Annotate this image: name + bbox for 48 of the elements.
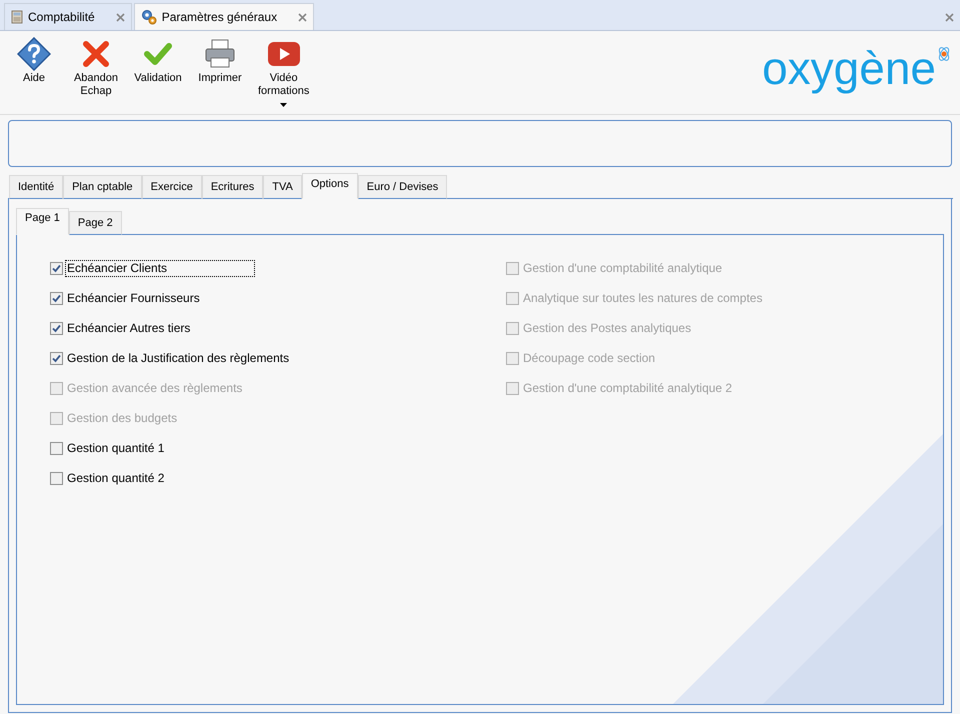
checkbox[interactable] [50,322,63,334]
checkbox-label: Gestion des budgets [66,410,178,426]
tab-label: Paramètres généraux [162,9,278,26]
gears-icon [140,9,157,25]
close-icon[interactable] [945,12,954,22]
close-icon[interactable] [298,12,308,22]
toolbar-button[interactable]: Vidéo formations [254,37,314,107]
checkbox-label: Gestion de la Justification des règlements [66,350,290,366]
tab[interactable]: Euro / Devises [358,175,448,199]
tab[interactable]: Exercice [142,175,202,199]
checkbox[interactable] [50,442,63,454]
checkbox-label: Gestion quantité 2 [66,470,166,486]
checkbox-label: Gestion d'une comptabilité analytique [522,260,724,276]
checkbox-label: Découpage code section [522,350,656,366]
tab[interactable]: Plan cptable [63,175,142,199]
checkbox-label: Gestion d'une comptabilité analytique 2 [522,380,734,396]
tab[interactable]: Identité [9,175,64,199]
checkbox-label: Gestion quantité 1 [66,440,166,456]
toolbar-button[interactable]: Aide [6,37,62,107]
play-button-icon [266,41,301,67]
checkbox-label: Echéancier Clients [66,260,254,276]
checkbox[interactable] [50,292,63,304]
calculator-icon [11,10,23,24]
toolbar-button[interactable]: Abandon Echap [68,37,124,107]
checkbox-label: Gestion des Postes analytiques [522,320,692,336]
toolbar-button[interactable]: Validation [130,37,186,107]
checkbox[interactable] [50,472,63,484]
document-tab[interactable]: Comptabilité [4,3,132,30]
document-tab[interactable]: Paramètres généraux [134,3,314,30]
checkbox[interactable] [50,262,63,274]
tab[interactable]: Page 1 [16,208,69,235]
checkbox-label: Gestion avancée des règlements [66,380,244,396]
checkbox-label: Analytique sur toutes les natures de comptes [522,290,764,306]
tab[interactable]: Options [302,173,358,199]
checkbox-label: Echéancier Fournisseurs [66,290,201,306]
tab[interactable]: Page 2 [68,211,122,235]
tab-label: Comptabilité [28,9,95,26]
checkbox[interactable] [50,352,63,364]
checkmark-icon [144,42,172,66]
tab[interactable]: Ecritures [202,175,264,199]
logo: oxygène [762,43,952,93]
close-icon[interactable] [116,12,125,22]
tab[interactable]: TVA [263,175,302,199]
printer-icon [204,39,236,69]
cross-icon [83,41,109,67]
toolbar-button[interactable]: Imprimer [192,37,248,107]
help-icon [17,37,51,71]
checkbox-label: Echéancier Autres tiers [66,320,192,336]
